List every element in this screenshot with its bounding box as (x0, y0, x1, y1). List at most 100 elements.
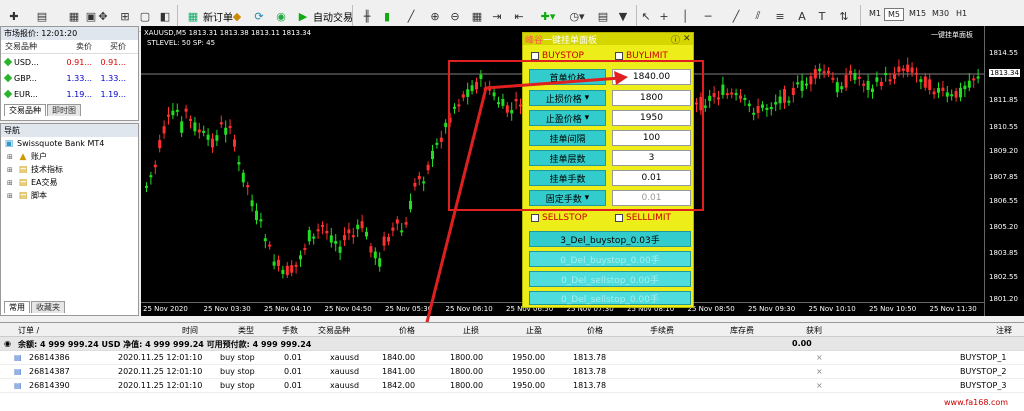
nav-scripts[interactable]: ⊞ ▤ 脚本 (1, 189, 138, 202)
label-icon[interactable]: T (816, 6, 828, 26)
tab-common[interactable]: 常用 (4, 301, 30, 313)
faded-button[interactable]: 0_Del_buystop_0.00手 (529, 251, 691, 267)
col-comment[interactable]: 注释 (996, 325, 1012, 336)
order-row[interactable]: ▤ 26814387 2020.11.25 12:01:10 buy stop 0.01… (0, 365, 1024, 379)
close-icon[interactable]: ✕ (683, 34, 691, 44)
new-order-button[interactable]: ▦ 新订单 (182, 6, 237, 26)
order-row[interactable]: ▤ 26814386 2020.11.25 12:01:10 buy stop 0.01… (0, 351, 1024, 365)
buylimit-checkbox[interactable]: BUYLIMIT (615, 51, 668, 61)
col-type[interactable]: 类型 (238, 325, 254, 336)
col-tp[interactable]: 止盈 (526, 325, 542, 336)
navigator-icon[interactable]: ✥ (96, 6, 110, 26)
col-price[interactable]: 价格 (399, 325, 415, 336)
trendline-icon[interactable]: ╱ (730, 6, 742, 26)
fixed-lots-input[interactable]: 0.01 (612, 190, 691, 206)
first-price-input[interactable]: 1840.00 (612, 69, 691, 85)
take-profit-input[interactable]: 1950 (612, 110, 691, 126)
col-profit[interactable]: 获利 (806, 325, 822, 336)
objects-icon[interactable]: ▼ (616, 6, 630, 26)
timeframe-m5[interactable]: M5 (884, 8, 904, 21)
autoscroll-icon[interactable]: ⇥ (490, 6, 504, 26)
zoom-in-icon[interactable]: ⊕ (428, 6, 442, 26)
ask-value: 1.33... (100, 73, 126, 83)
delete-buystop-button[interactable]: 3_Del_buystop_0.03手 (529, 231, 691, 247)
market-row[interactable]: USD... 0.91... 0.91... (1, 54, 138, 70)
profiles-icon[interactable]: ▤ (34, 6, 50, 26)
vertical-line-icon[interactable]: │ (680, 6, 690, 26)
col-sl[interactable]: 止损 (463, 325, 479, 336)
horizontal-line-icon[interactable]: ─ (702, 6, 714, 26)
timeframe-m15[interactable]: M15 (906, 8, 929, 19)
nav-indicators[interactable]: ⊞ ▤ 技术指标 (1, 163, 138, 176)
col-ask[interactable]: 买价 (95, 41, 129, 52)
cursor-icon[interactable]: ↖ (640, 6, 652, 26)
tab-tick-chart[interactable]: 即时图 (47, 104, 81, 116)
fixed-lots-dropdown[interactable]: 固定手数 ▾ (529, 190, 606, 206)
tile-windows-icon[interactable]: ▦ (470, 6, 484, 26)
take-profit-dropdown[interactable]: 止盈价格 ▾ (529, 110, 606, 126)
stop-loss-input[interactable]: 1800 (612, 90, 691, 106)
nav-accounts[interactable]: ⊞ ▲ 账户 (1, 150, 138, 163)
periods-icon[interactable]: ◷▾ (568, 6, 586, 26)
expand-icon[interactable]: ⊞ (7, 153, 15, 161)
close-order-icon[interactable]: × (816, 353, 823, 362)
col-symbol[interactable]: 交易品种 (318, 325, 350, 336)
order-lots: 0.01 (284, 353, 302, 362)
sellstop-checkbox[interactable]: SELLSTOP (531, 213, 587, 223)
expand-icon[interactable]: ⊞ (7, 192, 15, 200)
signals-icon[interactable]: ⟳ (252, 6, 266, 26)
chart-shift-icon[interactable]: ⇤ (512, 6, 526, 26)
terminal-icon[interactable]: ⊞ (118, 6, 132, 26)
templates-icon[interactable]: ▤ (596, 6, 610, 26)
col-bid[interactable]: 卖价 (60, 41, 95, 52)
col-lots[interactable]: 手数 (282, 325, 298, 336)
market-watch-icon[interactable]: ▦ (66, 6, 82, 26)
buystop-checkbox[interactable]: BUYSTOP (531, 51, 584, 61)
zoom-out-icon[interactable]: ⊖ (448, 6, 462, 26)
market-row[interactable]: EUR... 1.19... 1.19... (1, 86, 138, 102)
expand-icon[interactable]: ⊞ (7, 179, 15, 187)
col-cur-price[interactable]: 价格 (587, 325, 603, 336)
auto-trading-button[interactable]: ▶ 自动交易 (292, 6, 357, 26)
arrows-icon[interactable]: ⇅ (836, 6, 852, 26)
col-commission[interactable]: 手续费 (650, 325, 674, 336)
timeframe-m1[interactable]: M1 (866, 8, 884, 19)
tab-symbols[interactable]: 交易品种 (4, 104, 46, 116)
indicators-icon[interactable]: ✚▾ (540, 6, 556, 26)
interval-input[interactable]: 100 (612, 130, 691, 146)
col-time[interactable]: 时间 (182, 325, 198, 336)
history-icon[interactable]: ◧ (158, 6, 172, 26)
layers-input[interactable]: 3 (612, 150, 691, 166)
line-chart-icon[interactable]: ╱ (404, 6, 418, 26)
new-chart-icon[interactable]: ✚ (6, 6, 22, 26)
stop-loss-dropdown[interactable]: 止损价格 ▾ (529, 90, 606, 106)
help-icon[interactable]: ⓘ (671, 33, 680, 46)
lots-input[interactable]: 0.01 (612, 170, 691, 186)
tab-favorites[interactable]: 收藏夹 (31, 301, 65, 313)
order-row[interactable]: ▤ 26814390 2020.11.25 12:01:10 buy stop 0.01… (0, 379, 1024, 393)
candlestick-icon[interactable]: ▮ (380, 6, 394, 26)
market-row[interactable]: GBP... 1.33... 1.33... (1, 70, 138, 86)
crosshair-icon[interactable]: + (658, 6, 670, 26)
fibonacci-icon[interactable]: ≡ (774, 6, 786, 26)
nav-experts[interactable]: ⊞ ▤ EA交易 (1, 176, 138, 189)
tester-icon[interactable]: ▢ (138, 6, 152, 26)
col-order[interactable]: 订单 / (18, 325, 39, 336)
text-icon[interactable]: A (796, 6, 808, 26)
chevron-down-icon: ▾ (584, 93, 590, 103)
faded-button[interactable]: 0_Del_sellstop_0.00手 (529, 271, 691, 287)
close-order-icon[interactable]: × (816, 367, 823, 376)
faded-button[interactable]: 0_Del_sellstop_0.00手 (529, 291, 691, 305)
col-symbol[interactable]: 交易品种 (1, 41, 60, 52)
timeframe-m30[interactable]: M30 (929, 8, 952, 19)
bar-chart-icon[interactable]: ╫ (360, 6, 374, 26)
timeframe-h1[interactable]: H1 (953, 8, 970, 19)
close-order-icon[interactable]: × (816, 381, 823, 390)
channel-icon[interactable]: ⫽ (752, 6, 764, 26)
expand-icon[interactable]: ⊞ (7, 166, 15, 174)
market-icon[interactable]: ◉ (274, 6, 288, 26)
metaeditor-icon[interactable]: ◆ (230, 6, 244, 26)
nav-root[interactable]: ▣ Swissquote Bank MT4 (1, 137, 138, 150)
selllimit-checkbox[interactable]: SELLLIMIT (615, 213, 671, 223)
col-swap[interactable]: 库存费 (730, 325, 754, 336)
